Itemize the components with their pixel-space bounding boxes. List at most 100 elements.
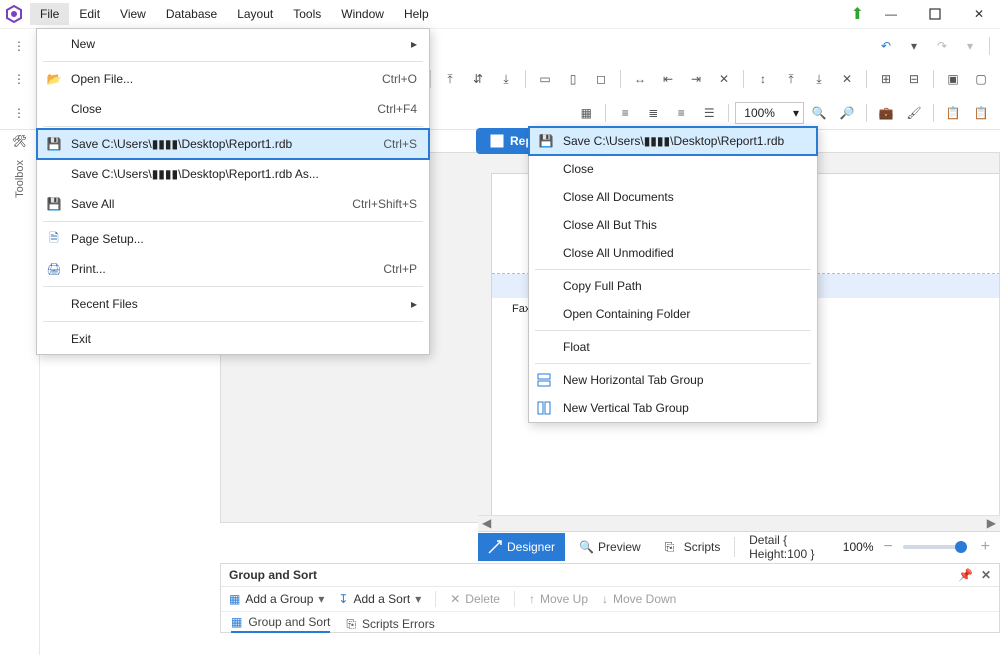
ctx-float-label: Float (563, 340, 590, 354)
move-up-btn[interactable]: ↑ Move Up (529, 592, 588, 606)
menu-help[interactable]: Help (394, 3, 439, 25)
update-icon[interactable]: ⬆ (851, 4, 864, 24)
zoom-slider[interactable] (903, 545, 967, 549)
tb-left-handle[interactable]: ⋮ (6, 33, 32, 59)
inc-v-icon[interactable]: ⤒ (778, 66, 804, 92)
briefcase-icon[interactable]: 💼 (873, 100, 899, 126)
para-center-icon[interactable]: ≣ (640, 100, 666, 126)
redo-icon[interactable]: ↷ (929, 33, 955, 59)
same-w-icon[interactable]: ▭ (532, 66, 558, 92)
delete-btn[interactable]: ✕ Delete (450, 592, 500, 606)
window-minimize[interactable]: — (874, 2, 908, 26)
menu-edit[interactable]: Edit (69, 3, 110, 25)
para-justify-icon[interactable]: ☰ (696, 100, 722, 126)
add-sort-icon: ↧ (338, 592, 348, 606)
file-save[interactable]: 💾 Save C:\Users\▮▮▮▮\Desktop\Report1.rdb… (37, 129, 429, 159)
undo-icon[interactable]: ↶ (873, 33, 899, 59)
gs-tab-groupsort[interactable]: ▦ Group and Sort (231, 615, 330, 633)
zoom-slider-thumb[interactable] (955, 541, 967, 553)
rem-h-icon[interactable]: ✕ (711, 66, 737, 92)
file-exit-label: Exit (71, 332, 91, 346)
zoom-out-icon[interactable]: 🔎 (834, 100, 860, 126)
pagesetup-icon: 🗎 (45, 229, 63, 250)
bring-front-icon[interactable]: ▣ (940, 66, 966, 92)
redo-drop-icon[interactable]: ▾ (957, 33, 983, 59)
scripts-icon: ⎘ (665, 540, 679, 554)
file-open[interactable]: 📂 Open File... Ctrl+O (37, 64, 429, 94)
ctx-close-all-label: Close All Documents (563, 190, 674, 204)
dec-v-icon[interactable]: ⤓ (806, 66, 832, 92)
file-new[interactable]: New ▸ (37, 29, 429, 59)
same-h-icon[interactable]: ▯ (560, 66, 586, 92)
center-v-icon[interactable]: ⊟ (901, 66, 927, 92)
ctx-float[interactable]: Float (529, 333, 817, 361)
send-back-icon[interactable]: ▢ (968, 66, 994, 92)
para-right-icon[interactable]: ≡ (668, 100, 694, 126)
tab-preview[interactable]: 🔍 Preview (569, 533, 651, 561)
paint-roll-icon[interactable]: 🖌 (901, 100, 927, 126)
clipboard-x-icon[interactable]: 📋 (968, 100, 994, 126)
menu-window[interactable]: Window (331, 3, 394, 25)
hscrollbar[interactable]: ◀ ▶ (478, 515, 1000, 531)
zoom-in-icon[interactable]: 🔍 (806, 100, 832, 126)
zoom-in-btn[interactable]: + (971, 538, 1000, 556)
file-pagesetup[interactable]: 🗎 Page Setup... (37, 224, 429, 254)
menu-layout[interactable]: Layout (227, 3, 283, 25)
add-sort-btn[interactable]: ↧ Add a Sort▾ (338, 592, 421, 606)
gs-tab-scripterrors[interactable]: ⎘ Scripts Errors (346, 615, 434, 633)
file-exit[interactable]: Exit (37, 324, 429, 354)
space-h-icon[interactable]: ↔ (627, 66, 653, 92)
tab-scripts-label: Scripts (684, 540, 721, 554)
gs-tab1-icon: ▦ (231, 615, 242, 629)
space-v-icon[interactable]: ↕ (750, 66, 776, 92)
move-down-btn[interactable]: ↓ Move Down (602, 592, 676, 606)
ctx-v-group[interactable]: New Vertical Tab Group (529, 394, 817, 422)
ctx-save[interactable]: 💾 Save C:\Users\▮▮▮▮\Desktop\Report1.rdb (529, 127, 817, 155)
tb-left-handle-3[interactable]: ⋮ (6, 100, 32, 126)
file-recent[interactable]: Recent Files ▸ (37, 289, 429, 319)
align-top-icon[interactable]: ⤒ (437, 66, 463, 92)
file-saveall[interactable]: 💾 Save All Ctrl+Shift+S (37, 189, 429, 219)
move-down-icon: ↓ (602, 592, 608, 606)
scroll-right-icon[interactable]: ▶ (983, 516, 1000, 530)
align-vmid-icon[interactable]: ⇵ (465, 66, 491, 92)
menu-view[interactable]: View (110, 3, 156, 25)
dec-h-icon[interactable]: ⇥ (683, 66, 709, 92)
clipboard-icon[interactable]: 📋 (940, 100, 966, 126)
ctx-open-folder[interactable]: Open Containing Folder (529, 300, 817, 328)
toolbox-label[interactable]: Toolbox (14, 160, 26, 198)
align-bottom-icon[interactable]: ⤓ (493, 66, 519, 92)
add-group-btn[interactable]: ▦ Add a Group▾ (229, 592, 324, 606)
gs-title: Group and Sort (229, 568, 317, 582)
window-maximize[interactable] (918, 2, 952, 26)
scroll-left-icon[interactable]: ◀ (478, 516, 495, 530)
ctx-close-all[interactable]: Close All Documents (529, 183, 817, 211)
ctx-h-group[interactable]: New Horizontal Tab Group (529, 366, 817, 394)
menu-tools[interactable]: Tools (283, 3, 331, 25)
zoom-combo[interactable]: 100% ▾ (735, 102, 804, 124)
tab-designer[interactable]: Designer (478, 533, 565, 561)
ctx-close-but[interactable]: Close All But This (529, 211, 817, 239)
ctx-close[interactable]: Close (529, 155, 817, 183)
file-saveas[interactable]: Save C:\Users\▮▮▮▮\Desktop\Report1.rdb A… (37, 159, 429, 189)
pin-icon[interactable]: 📌 (958, 568, 973, 582)
zoom-out-btn[interactable]: − (878, 538, 899, 556)
gs-close-icon[interactable]: ✕ (981, 568, 991, 582)
undo-drop-icon[interactable]: ▾ (901, 33, 927, 59)
window-close[interactable]: ✕ (962, 2, 996, 26)
file-close[interactable]: Close Ctrl+F4 (37, 94, 429, 124)
rem-v-icon[interactable]: ✕ (834, 66, 860, 92)
same-size-icon[interactable]: ◻ (588, 66, 614, 92)
ctx-close-unmod[interactable]: Close All Unmodified (529, 239, 817, 267)
center-h-icon[interactable]: ⊞ (873, 66, 899, 92)
inc-h-icon[interactable]: ⇤ (655, 66, 681, 92)
tb-left-handle-2[interactable]: ⋮ (6, 66, 32, 92)
toolbox-icon[interactable]: 🛠 (12, 134, 27, 148)
menu-database[interactable]: Database (156, 3, 227, 25)
tbl-paint-icon[interactable]: ▦ (573, 100, 599, 126)
tab-scripts[interactable]: ⎘ Scripts (655, 533, 731, 561)
file-print[interactable]: 🖨 Print... Ctrl+P (37, 254, 429, 284)
menu-file[interactable]: File (30, 3, 69, 25)
ctx-copy-path[interactable]: Copy Full Path (529, 272, 817, 300)
para-left-icon[interactable]: ≡ (612, 100, 638, 126)
